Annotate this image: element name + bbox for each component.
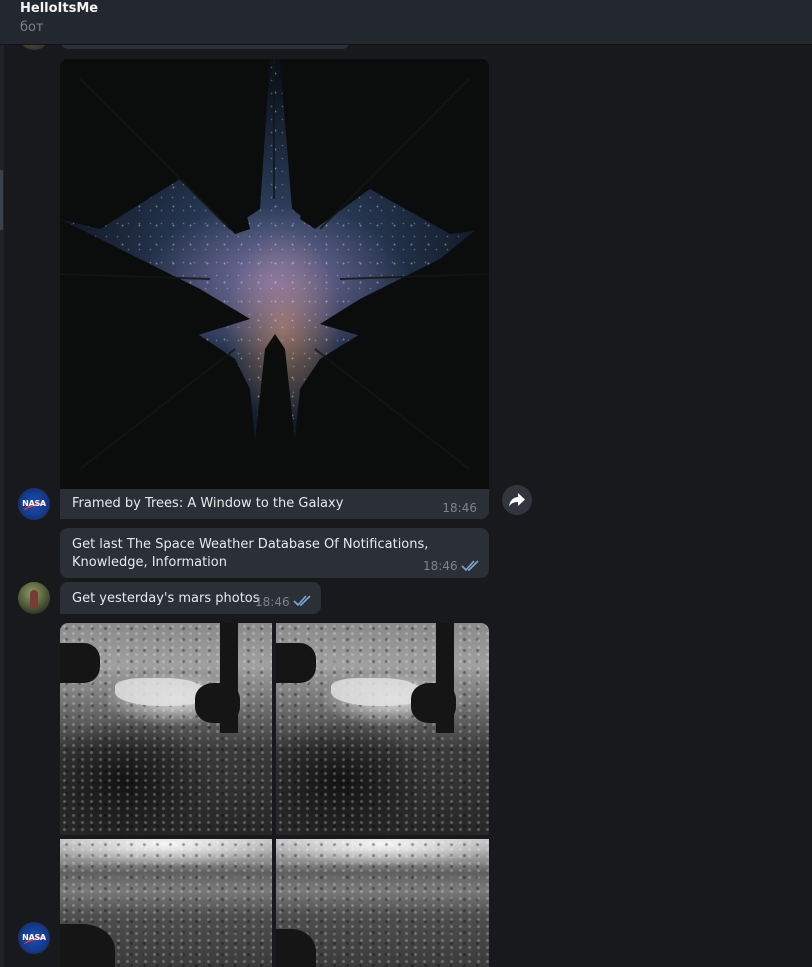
outgoing-message[interactable]: Get yesterday's mars photos 18:46 (60, 582, 321, 614)
mars-photo-4[interactable] (276, 839, 489, 967)
message-time: 18:46 (255, 595, 290, 609)
nasa-bot-avatar[interactable]: NASA (18, 488, 50, 520)
user-avatar[interactable] (18, 582, 50, 614)
forward-arrow-icon (509, 493, 525, 507)
rover-tool (195, 683, 240, 723)
mars-photo-2[interactable] (276, 623, 489, 835)
rover-tool (411, 683, 456, 723)
mars-bright-rock (115, 678, 205, 706)
mars-photo-3[interactable] (60, 839, 272, 967)
chat-list-scroll-indicator[interactable] (0, 170, 3, 230)
chat-header[interactable]: HelloItsMe бот (0, 0, 812, 45)
forest-silhouette (60, 59, 489, 489)
chat-list-edge (0, 0, 4, 967)
chat-title[interactable]: HelloItsMe (20, 1, 98, 16)
mars-photo-1[interactable] (60, 623, 272, 835)
message-text: Get yesterday's mars photos (72, 591, 260, 606)
galaxy-photo[interactable] (60, 59, 489, 489)
double-check-icon (293, 595, 311, 607)
photo-caption-text: Framed by Trees: A Window to the Galaxy (72, 496, 344, 511)
message-time: 18:46 (423, 559, 458, 573)
double-check-icon (461, 560, 479, 572)
nasa-logo-text: NASA (22, 933, 46, 942)
message-text: Get last The Space Weather Database Of N… (72, 537, 429, 570)
user-avatar-figure (30, 590, 38, 608)
photo-caption-bubble[interactable]: Framed by Trees: A Window to the Galaxy … (60, 489, 489, 519)
outgoing-message[interactable]: Get last The Space Weather Database Of N… (60, 528, 489, 578)
forward-button[interactable] (502, 485, 532, 515)
mars-bright-rock (331, 678, 421, 706)
nasa-bot-avatar[interactable]: NASA (18, 922, 50, 954)
rover-wheel (276, 643, 316, 683)
photo-message-time: 18:46 (442, 501, 477, 515)
chat-subtitle: бот (20, 20, 44, 35)
rover-wheel (60, 643, 100, 683)
nasa-logo-text: NASA (22, 499, 46, 508)
